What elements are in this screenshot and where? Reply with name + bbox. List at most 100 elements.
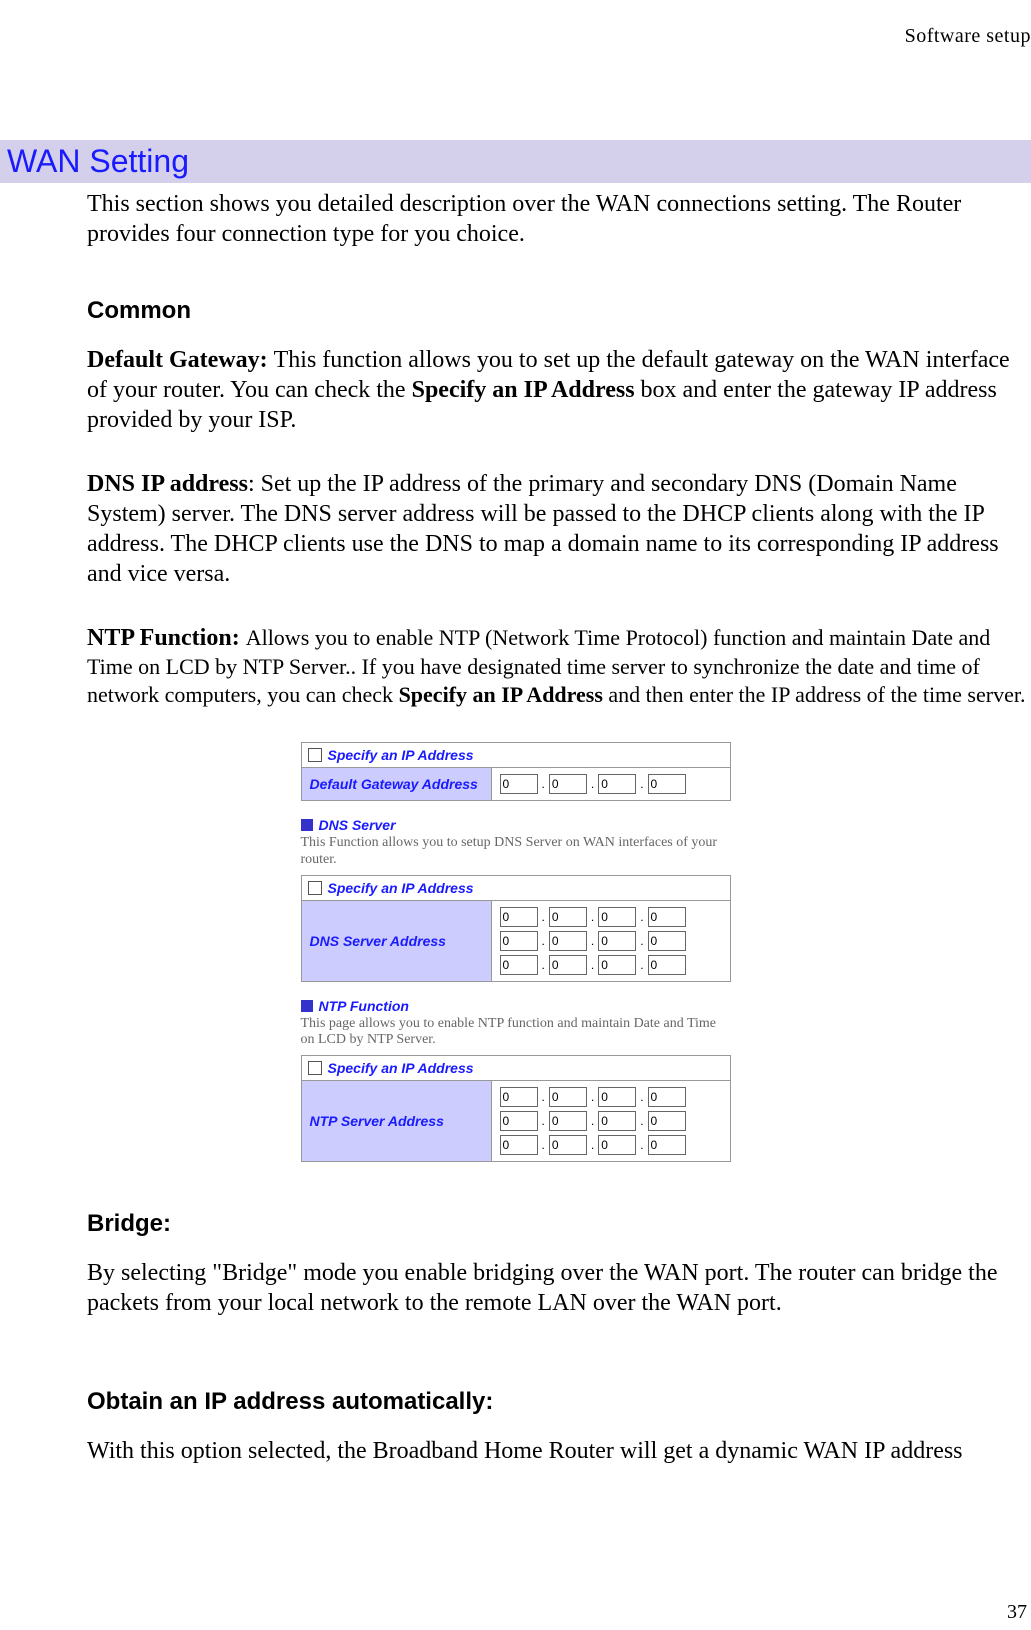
dot: . — [640, 934, 643, 948]
ip-octet-input[interactable] — [500, 774, 538, 794]
row-dns-address: DNS Server Address . . . . . . — [302, 901, 730, 981]
label-dns-ip: DNS IP address — [87, 471, 248, 497]
ip-octet-input[interactable] — [648, 774, 686, 794]
ip-octet-input[interactable] — [549, 774, 587, 794]
ip-octet-input[interactable] — [648, 1111, 686, 1131]
ip-octet-input[interactable] — [549, 1087, 587, 1107]
dot: . — [591, 777, 594, 791]
bullet-icon — [301, 819, 313, 831]
ip-octet-input[interactable] — [500, 931, 538, 951]
dot: . — [640, 1090, 643, 1104]
row-specify-ip: Specify an IP Address — [302, 743, 730, 768]
ip-octet-input[interactable] — [500, 1087, 538, 1107]
ip-octet-input[interactable] — [500, 1111, 538, 1131]
ip-octet-input[interactable] — [648, 955, 686, 975]
dot: . — [542, 958, 545, 972]
dot: . — [542, 910, 545, 924]
ip-row: . . . — [500, 774, 686, 794]
ip-octet-input[interactable] — [648, 931, 686, 951]
panel-dns: Specify an IP Address DNS Server Address… — [301, 875, 731, 982]
gateway-ip-cell: . . . — [492, 768, 694, 800]
paragraph-obtain-ip: With this option selected, the Broadband… — [87, 1436, 1026, 1466]
checkbox-specify-ip-ntp[interactable] — [308, 1061, 322, 1075]
subheading-obtain-ip: Obtain an IP address automatically: — [87, 1388, 1031, 1416]
ip-octet-input[interactable] — [549, 1111, 587, 1131]
section-title-wan-setting: WAN Setting — [0, 140, 1031, 183]
ip-octet-input[interactable] — [500, 955, 538, 975]
ip-octet-input[interactable] — [598, 955, 636, 975]
ip-octet-input[interactable] — [549, 931, 587, 951]
dot: . — [591, 1090, 594, 1104]
ip-octet-input[interactable] — [598, 1135, 636, 1155]
ip-octet-input[interactable] — [500, 907, 538, 927]
paragraph-dns: DNS IP address: Set up the IP address of… — [87, 469, 1026, 589]
dot: . — [640, 777, 643, 791]
text: and then enter the IP address of the tim… — [603, 682, 1026, 707]
ip-octet-input[interactable] — [648, 1135, 686, 1155]
checkbox-specify-ip-dns[interactable] — [308, 881, 322, 895]
checkbox-specify-ip-gateway[interactable] — [308, 748, 322, 762]
ip-octet-input[interactable] — [598, 931, 636, 951]
page-content: WAN Setting This section shows you detai… — [0, 0, 1031, 1466]
intro-paragraph: This section shows you detailed descript… — [87, 189, 1026, 249]
dot: . — [640, 1138, 643, 1152]
paragraph-bridge: By selecting "Bridge" mode you enable br… — [87, 1258, 1026, 1318]
dot: . — [542, 1138, 545, 1152]
ip-row: . . . — [500, 931, 686, 951]
dot: . — [591, 1138, 594, 1152]
subheading-common: Common — [87, 297, 1031, 325]
ip-octet-input[interactable] — [598, 1111, 636, 1131]
paragraph-default-gateway: Default Gateway: This function allows yo… — [87, 345, 1026, 435]
dot: . — [591, 958, 594, 972]
desc-dns: This Function allows you to setup DNS Se… — [301, 835, 731, 869]
ip-row: . . . — [500, 907, 686, 927]
dot: . — [640, 958, 643, 972]
section-header-dns: DNS Server — [301, 817, 731, 833]
page-number: 37 — [1007, 1601, 1027, 1624]
row-ntp-address: NTP Server Address . . . . . . — [302, 1081, 730, 1161]
ip-octet-input[interactable] — [648, 907, 686, 927]
dot: . — [640, 1114, 643, 1128]
panel-ntp: Specify an IP Address NTP Server Address… — [301, 1055, 731, 1162]
ip-octet-input[interactable] — [598, 774, 636, 794]
dot: . — [542, 934, 545, 948]
label-specify-ip: Specify an IP Address — [328, 747, 474, 763]
label-ntp-function: NTP Function: — [87, 625, 246, 651]
ip-octet-input[interactable] — [598, 907, 636, 927]
label-default-gateway: Default Gateway: — [87, 347, 274, 373]
ip-octet-input[interactable] — [549, 907, 587, 927]
row-specify-ip: Specify an IP Address — [302, 876, 730, 901]
dot: . — [542, 777, 545, 791]
dns-ip-cell: . . . . . . . . . — [492, 901, 694, 981]
dot: . — [640, 910, 643, 924]
label-specify-ip: Specify an IP Address — [399, 682, 603, 707]
label-specify-ip: Specify an IP Address — [328, 880, 474, 896]
row-gateway-address: Default Gateway Address . . . — [302, 768, 730, 800]
ip-row: . . . — [500, 955, 686, 975]
dot: . — [591, 934, 594, 948]
desc-ntp: This page allows you to enable NTP funct… — [301, 1016, 731, 1050]
bullet-icon — [301, 1000, 313, 1012]
ip-octet-input[interactable] — [598, 1087, 636, 1107]
dot: . — [542, 1114, 545, 1128]
label-ntp-function: NTP Function — [319, 998, 409, 1014]
section-header-ntp: NTP Function — [301, 998, 731, 1014]
ip-octet-input[interactable] — [500, 1135, 538, 1155]
dot: . — [591, 910, 594, 924]
label-specify-ip: Specify an IP Address — [328, 1060, 474, 1076]
subheading-bridge: Bridge: — [87, 1210, 1031, 1238]
label-default-gateway-address: Default Gateway Address — [302, 768, 492, 800]
ip-octet-input[interactable] — [648, 1087, 686, 1107]
paragraph-ntp: NTP Function: Allows you to enable NTP (… — [87, 623, 1026, 708]
panel-default-gateway: Specify an IP Address Default Gateway Ad… — [301, 742, 731, 801]
running-header: Software setup — [905, 25, 1031, 48]
label-specify-ip: Specify an IP Address — [412, 377, 635, 403]
ip-row: . . . — [500, 1111, 686, 1131]
label-dns-server-address: DNS Server Address — [302, 901, 492, 981]
dot: . — [591, 1114, 594, 1128]
label-dns-server: DNS Server — [319, 817, 396, 833]
ip-octet-input[interactable] — [549, 955, 587, 975]
ip-octet-input[interactable] — [549, 1135, 587, 1155]
row-specify-ip: Specify an IP Address — [302, 1056, 730, 1081]
ip-row: . . . — [500, 1135, 686, 1155]
